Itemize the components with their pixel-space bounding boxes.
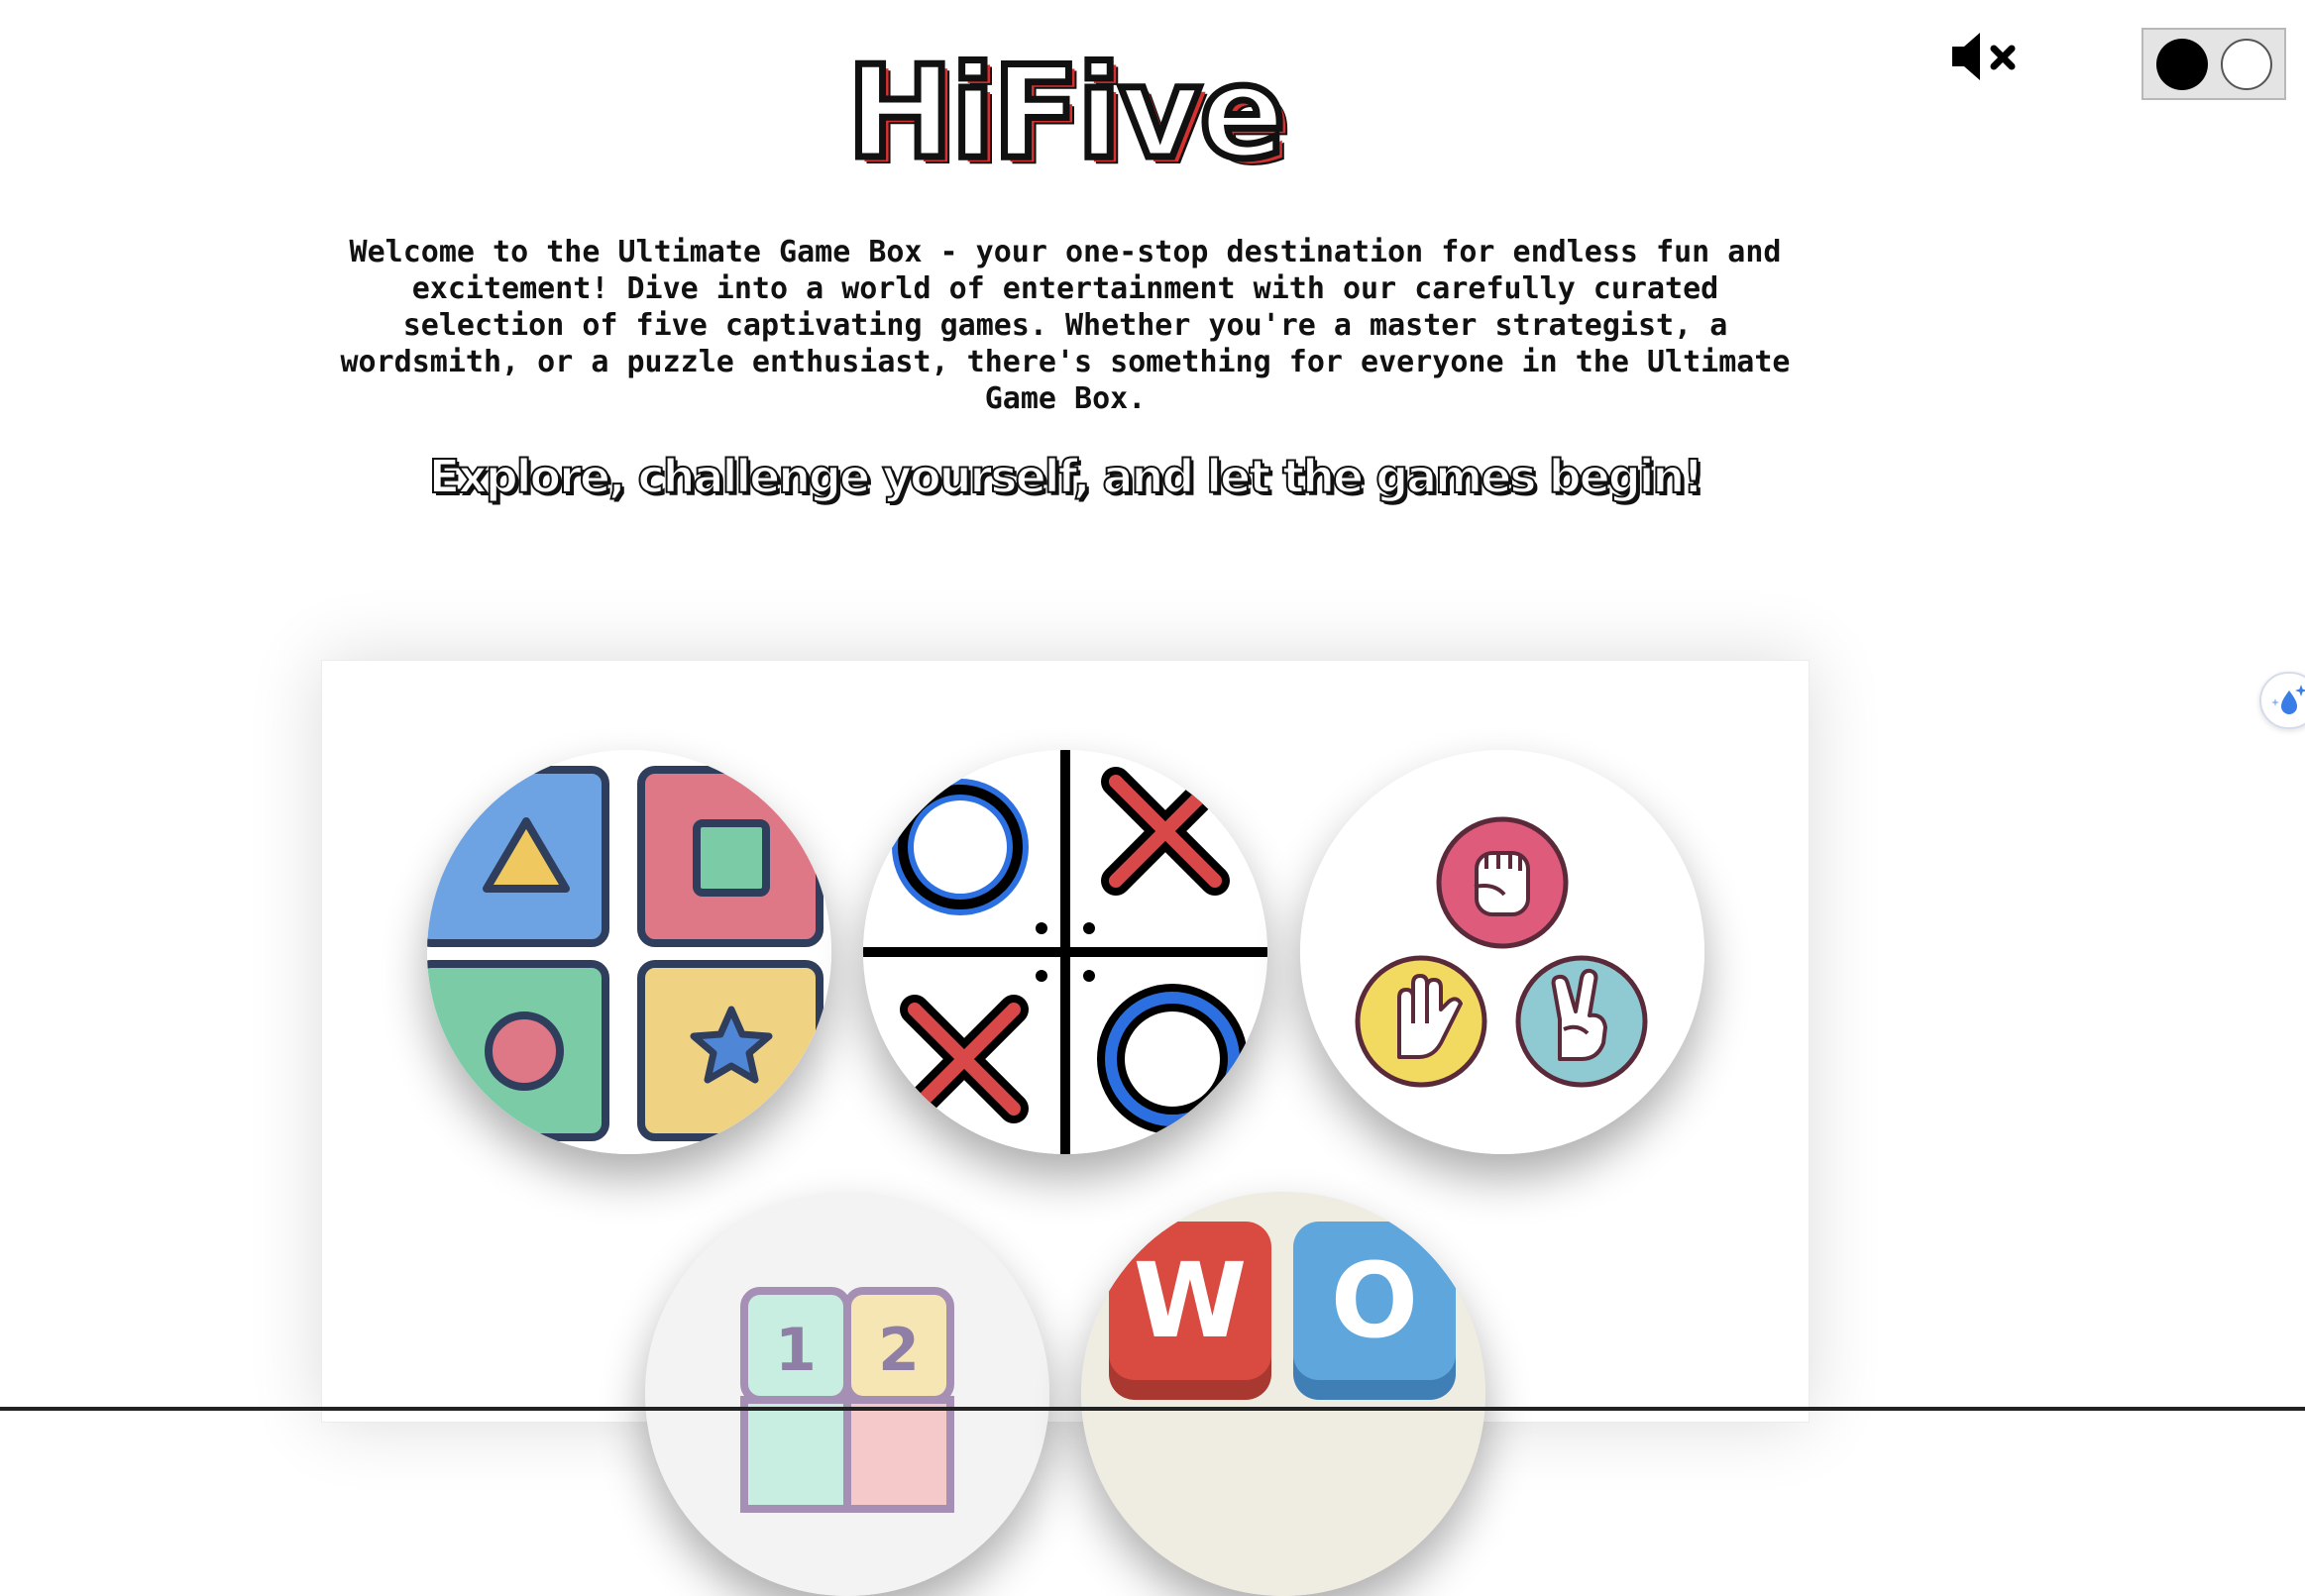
speaker-muted-icon [1952, 33, 2016, 80]
rock-paper-scissors-icon [1300, 750, 1704, 1154]
shape-memory-grid-icon [427, 750, 831, 1154]
sudoku-game-button[interactable]: 1 2 [645, 1192, 1049, 1596]
word-game-button[interactable]: W O [1081, 1192, 1485, 1596]
memory-game-button[interactable] [427, 750, 831, 1154]
rps-game-button[interactable] [1300, 750, 1704, 1154]
grid-digit-2: 2 [878, 1316, 920, 1385]
intro-text: Welcome to the Ultimate Game Box - your … [340, 235, 1791, 416]
tic-tac-toe-icon [863, 750, 1267, 1154]
light-mode-option[interactable] [2220, 38, 2272, 90]
site-logo[interactable]: HiFive [803, 40, 1328, 188]
letter-tiles-icon: W O [1081, 1192, 1485, 1596]
grid-digit-1: 1 [775, 1316, 817, 1385]
tile-letter-w: W [1134, 1240, 1248, 1361]
sparkle-drop-icon [2271, 685, 2305, 714]
games-panel: 1 2 W O [321, 660, 1810, 1596]
logo-text: HiFive [843, 40, 1289, 187]
dark-mode-option[interactable] [2155, 38, 2208, 90]
theme-toggle[interactable] [2141, 28, 2286, 100]
tagline: Explore, challenge yourself, and let the… [428, 449, 1705, 504]
bottom-divider [0, 1407, 2305, 1411]
side-widget-tab[interactable] [2259, 672, 2305, 729]
tictactoe-game-button[interactable] [863, 750, 1267, 1154]
mute-button[interactable] [1948, 30, 2020, 83]
tile-letter-o: O [1331, 1240, 1418, 1361]
number-grid-icon: 1 2 [645, 1192, 1049, 1596]
